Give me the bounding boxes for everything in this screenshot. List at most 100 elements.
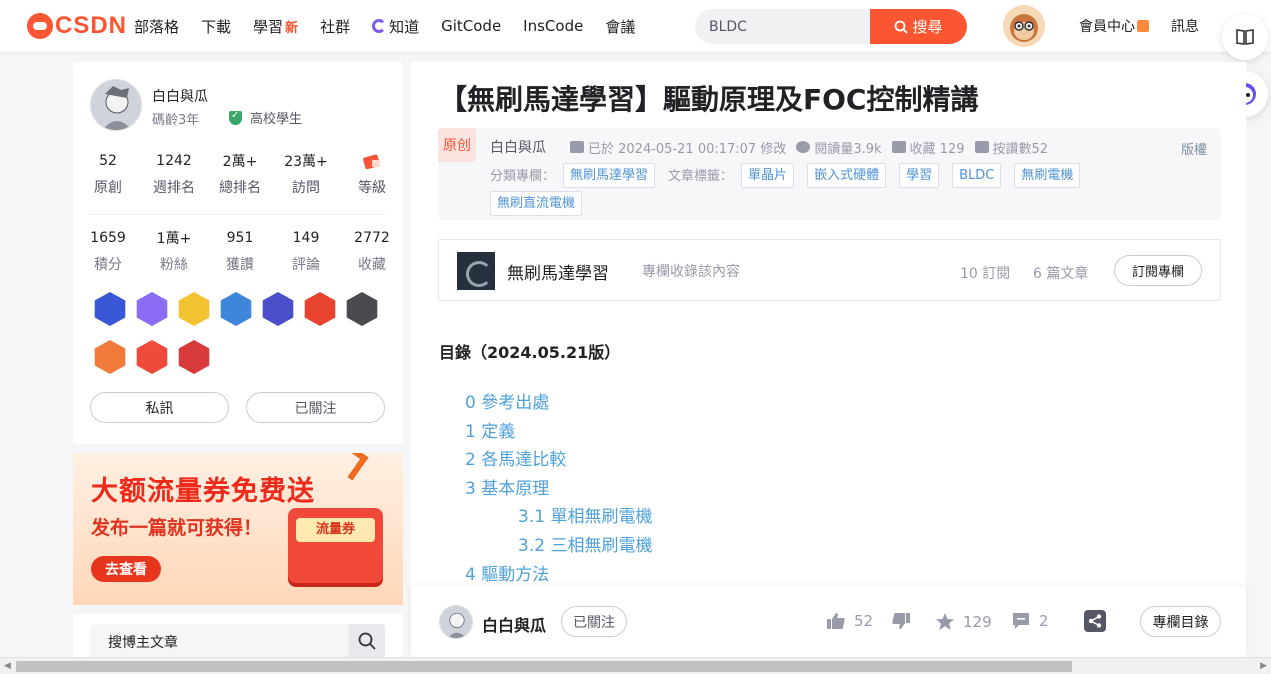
achievement-badge-icon[interactable] xyxy=(178,292,210,326)
nav-meeting[interactable]: 會議 xyxy=(605,16,635,37)
meta-likes[interactable]: 按讚數52 xyxy=(974,138,1049,157)
stats-row-bottom: 1659 積分 1萬+ 粉絲 951 獲讚 149 評論 2772 收藏 xyxy=(73,227,403,274)
blogger-search-input[interactable]: 搜博主文章 xyxy=(90,624,385,658)
subscribe-column-button[interactable]: 訂閱專欄 xyxy=(1114,255,1202,286)
achievement-badge-icon[interactable] xyxy=(136,340,168,374)
stat-likes[interactable]: 951 獲讚 xyxy=(209,227,271,274)
column-desc: 專欄收錄該內容 xyxy=(642,264,740,280)
comment-button[interactable]: 2 xyxy=(1011,612,1049,630)
toc-item[interactable]: 3 基本原理 xyxy=(465,475,652,504)
meta-author-link[interactable]: 白白與瓜 xyxy=(490,137,546,157)
nav-inscode[interactable]: InsCode xyxy=(523,17,583,35)
column-cover-image[interactable] xyxy=(457,252,495,290)
toc-item[interactable]: 2 各馬達比較 xyxy=(465,446,652,475)
article-tag[interactable]: 單晶片 xyxy=(741,163,795,188)
monkey-avatar-icon xyxy=(1010,14,1038,42)
author-avatar[interactable] xyxy=(90,79,142,131)
stat-value: 951 xyxy=(226,230,254,246)
stat-label: 收藏 xyxy=(358,257,386,273)
nav-zhidao[interactable]: 知道 xyxy=(372,16,419,37)
article-tag[interactable]: 無刷電機 xyxy=(1014,163,1081,188)
promo-cta-button[interactable]: 去查看 xyxy=(91,556,161,582)
meta-likes-label: 按讚數52 xyxy=(992,141,1049,157)
blogger-search-button[interactable] xyxy=(349,624,385,658)
nav-download[interactable]: 下載 xyxy=(201,16,231,37)
stat-points[interactable]: 1659 積分 xyxy=(77,227,139,274)
thumbs-up-icon xyxy=(827,613,845,629)
article-meta: 原创 白白與瓜 已於 2024-05-21 00:17:07 修改 閱讀量3.9… xyxy=(438,128,1221,220)
horizontal-scrollbar[interactable]: ◀ ▶ xyxy=(0,657,1271,674)
article-tag[interactable]: 無刷直流電機 xyxy=(490,191,583,216)
toc-item[interactable]: 1 定義 xyxy=(465,418,652,447)
stat-comments[interactable]: 149 評論 xyxy=(275,227,337,274)
toc-subitem[interactable]: 3.2 三相無刷電機 xyxy=(465,532,652,561)
search-input[interactable] xyxy=(695,9,865,44)
stat-favorites[interactable]: 2772 收藏 xyxy=(341,227,403,274)
nav-meeting-label: 會議 xyxy=(605,17,636,36)
stat-fans[interactable]: 1萬+ 粉絲 xyxy=(143,227,205,274)
stat-total-rank[interactable]: 2萬+ 總排名 xyxy=(209,150,271,197)
nav-community[interactable]: 社群 xyxy=(320,16,350,37)
promo-banner[interactable]: 大额流量券免费送 发布一篇就可获得！ 去查看 流量券 xyxy=(73,453,403,605)
search-button[interactable]: 搜尋 xyxy=(870,9,967,44)
toc-item[interactable]: 0 參考出處 xyxy=(465,389,652,418)
author-name[interactable]: 白白與瓜 xyxy=(152,86,208,106)
star-icon xyxy=(891,141,906,153)
category-tag[interactable]: 無刷馬達學習 xyxy=(563,163,656,188)
gift-icon xyxy=(1137,20,1149,32)
stat-level[interactable]: 等級 xyxy=(341,150,403,197)
scroll-right-arrow-icon[interactable]: ▶ xyxy=(1260,661,1267,671)
toc-subitem[interactable]: 3.1 單相無刷電機 xyxy=(465,503,652,532)
toc-item[interactable]: 4 驅動方法 xyxy=(465,561,652,590)
nav-learn[interactable]: 學習新 xyxy=(253,16,298,37)
like-count: 52 xyxy=(854,612,874,630)
dislike-button[interactable] xyxy=(891,612,911,630)
article-tag[interactable]: BLDC xyxy=(952,163,1002,188)
bottom-follow-button[interactable]: 已關注 xyxy=(561,606,627,637)
scrollbar-thumb[interactable] xyxy=(16,661,1072,672)
article-tag[interactable]: 嵌入式硬體 xyxy=(807,163,887,188)
achievement-badge-icon[interactable] xyxy=(304,292,336,326)
like-button[interactable]: 52 xyxy=(826,612,873,630)
achievement-badge-icon[interactable] xyxy=(346,292,378,326)
achievement-badge-icon[interactable] xyxy=(262,292,294,326)
followed-button[interactable]: 已關注 xyxy=(246,392,385,423)
stats-divider xyxy=(90,214,386,215)
column-subscribers: 10 訂閱 xyxy=(960,266,1011,282)
stat-original[interactable]: 52 原創 xyxy=(77,150,139,197)
copyright-link[interactable]: 版權 xyxy=(1181,139,1207,158)
messages-link[interactable]: 訊息 xyxy=(1171,16,1199,36)
code-age: 碼齡3年 xyxy=(152,113,200,128)
csdn-logo[interactable]: CSDN xyxy=(27,12,127,40)
bottom-author-avatar[interactable] xyxy=(439,605,473,639)
school-badge: 高校學生 xyxy=(229,108,302,127)
column-toc-button[interactable]: 專欄目錄 xyxy=(1140,606,1221,637)
nav-blog[interactable]: 部落格 xyxy=(134,16,179,37)
reader-mode-button[interactable] xyxy=(1222,14,1268,60)
stat-value: 149 xyxy=(292,230,320,246)
meta-favorites-label: 收藏 129 xyxy=(909,141,965,157)
search-icon xyxy=(358,632,376,650)
share-button[interactable] xyxy=(1084,610,1106,632)
private-message-button[interactable]: 私訊 xyxy=(90,392,229,423)
achievement-badge-icon[interactable] xyxy=(220,292,252,326)
achievement-badge-icon[interactable] xyxy=(136,292,168,326)
scroll-left-arrow-icon[interactable]: ◀ xyxy=(4,661,11,671)
nav-gitcode[interactable]: GitCode xyxy=(441,17,501,35)
achievement-badge-icon[interactable] xyxy=(94,340,126,374)
column-name[interactable]: 無刷馬達學習 xyxy=(507,259,609,284)
achievement-badge-icon[interactable] xyxy=(94,292,126,326)
level-icon xyxy=(341,150,403,172)
achievement-badge-icon[interactable] xyxy=(178,340,210,374)
bottom-author-name[interactable]: 白白與瓜 xyxy=(482,612,546,636)
favorite-button[interactable]: 129 xyxy=(935,612,992,631)
nav-learn-label: 學習 xyxy=(253,17,284,36)
stat-visits[interactable]: 23萬+ 訪問 xyxy=(275,150,337,197)
article-tag[interactable]: 學習 xyxy=(899,163,940,188)
vip-center-link[interactable]: 會員中心 xyxy=(1079,16,1149,36)
meta-favorites[interactable]: 收藏 129 xyxy=(891,138,965,157)
user-avatar[interactable] xyxy=(1003,5,1045,47)
new-badge: 新 xyxy=(285,20,299,36)
stat-week-rank[interactable]: 1242 週排名 xyxy=(143,150,205,197)
stats-row-top: 52 原創 1242 週排名 2萬+ 總排名 23萬+ 訪問 等級 xyxy=(73,150,403,197)
